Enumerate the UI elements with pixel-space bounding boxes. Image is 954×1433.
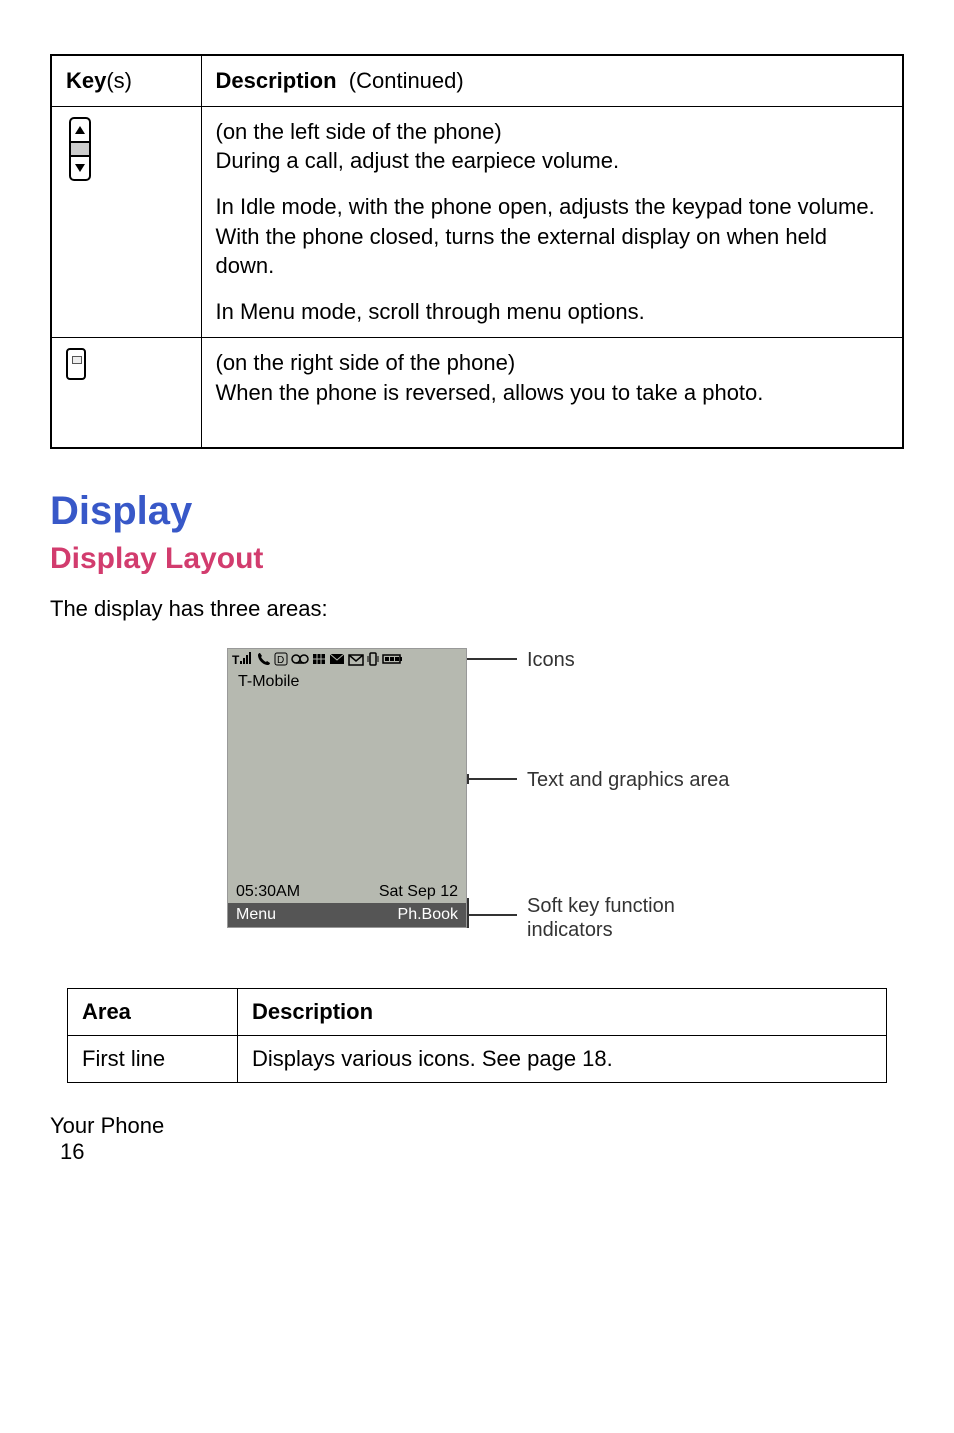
icon-bar: T D xyxy=(228,649,466,669)
battery-icon xyxy=(382,652,404,666)
area-description-table: Area Description First line Displays var… xyxy=(67,988,887,1083)
chapter-name: Your Phone xyxy=(50,1113,164,1138)
intro-text: The display has three areas: xyxy=(50,596,904,622)
vibrate-icon xyxy=(367,652,379,666)
signal-icon: T xyxy=(232,652,254,666)
subsection-display-layout: Display Layout xyxy=(50,542,904,576)
softkey-row: Menu Ph.Book xyxy=(228,903,466,927)
table-header-row: Area Description xyxy=(68,988,887,1035)
desc-text: In Idle mode, with the phone open, adjus… xyxy=(216,192,889,281)
volume-key-icon xyxy=(66,117,94,181)
header-key-label: Key xyxy=(66,68,106,93)
label-text-area: Text and graphics area xyxy=(527,768,729,792)
display-layout-figure: T D xyxy=(167,648,787,958)
table-row: (on the left side of the phone) During a… xyxy=(51,106,903,337)
camera-key-icon xyxy=(66,348,86,380)
header-desc-suffix: (Continued) xyxy=(349,68,464,93)
voicemail-icon xyxy=(291,652,309,666)
date-text: Sat Sep 12 xyxy=(379,883,458,901)
header-key: Key(s) xyxy=(51,55,201,106)
label-softkey-2: indicators xyxy=(527,918,613,942)
area-cell: First line xyxy=(68,1035,238,1082)
table-row: (on the right side of the phone) When th… xyxy=(51,337,903,448)
volume-key-description: (on the left side of the phone) During a… xyxy=(201,106,903,337)
header-description: Description (Continued) xyxy=(201,55,903,106)
sim-icon xyxy=(312,652,326,666)
softkey-right: Ph.Book xyxy=(398,906,458,924)
camera-key-description: (on the right side of the phone) When th… xyxy=(201,337,903,448)
header-area: Area xyxy=(68,988,238,1035)
envelope-icon xyxy=(348,652,364,666)
table-header-row: Key(s) Description (Continued) xyxy=(51,55,903,106)
phone-screen: T D xyxy=(227,648,467,928)
softkey-left: Menu xyxy=(236,906,276,924)
desc-text: (on the right side of the phone) xyxy=(216,348,889,378)
time-date-row: 05:30AM Sat Sep 12 xyxy=(228,883,466,901)
key-description-table: Key(s) Description (Continued) (on the l… xyxy=(50,54,904,449)
desc-cell: Displays various icons. See page 18. xyxy=(238,1035,887,1082)
label-softkey-1: Soft key function xyxy=(527,894,675,918)
call-icon xyxy=(257,652,271,666)
time-text: 05:30AM xyxy=(236,883,300,901)
page-number: 16 xyxy=(60,1139,904,1165)
desc-text: During a call, adjust the earpiece volum… xyxy=(216,146,889,176)
desc-text: In Menu mode, scroll through menu option… xyxy=(216,297,889,327)
page-footer: Your Phone 16 xyxy=(50,1113,904,1165)
table-row: First line Displays various icons. See p… xyxy=(68,1035,887,1082)
svg-text:D: D xyxy=(277,655,284,666)
desc-text: When the phone is reversed, allows you t… xyxy=(216,378,889,408)
svg-text:T: T xyxy=(232,653,240,666)
label-icons: Icons xyxy=(527,648,575,672)
carrier-name: T-Mobile xyxy=(228,669,466,695)
camera-key-cell xyxy=(51,337,201,448)
section-title-display: Display xyxy=(50,489,904,534)
volume-key-cell xyxy=(51,106,201,337)
data-icon: D xyxy=(274,652,288,666)
desc-text: (on the left side of the phone) xyxy=(216,117,889,147)
header-description: Description xyxy=(238,988,887,1035)
message-icon xyxy=(329,652,345,666)
header-desc-label: Description xyxy=(216,68,337,93)
header-key-suffix: (s) xyxy=(106,68,132,93)
